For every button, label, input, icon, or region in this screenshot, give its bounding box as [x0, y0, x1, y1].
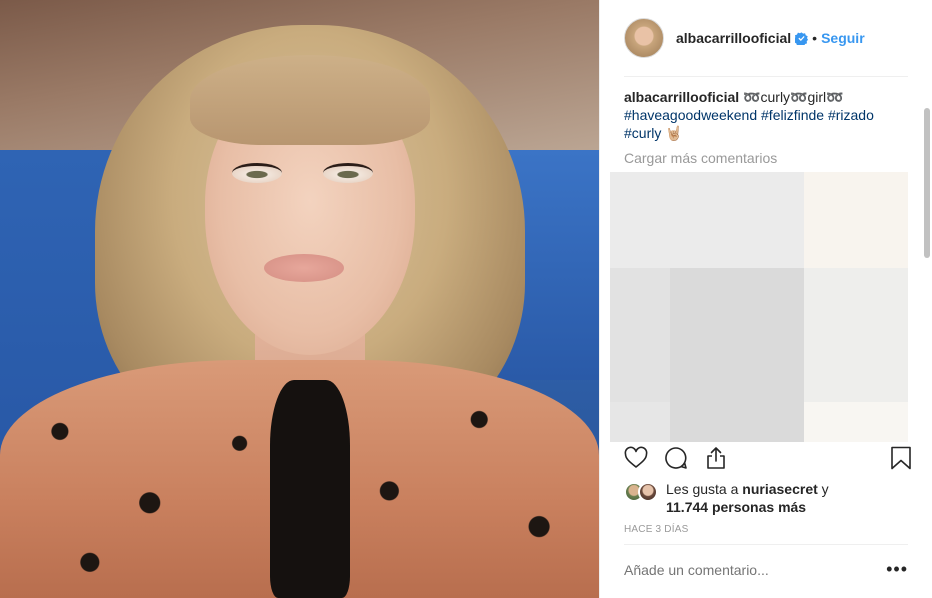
- avatar[interactable]: [624, 18, 664, 58]
- verified-badge-icon: [795, 31, 809, 45]
- likes-prefix: Les gusta a: [666, 481, 739, 497]
- comment-input[interactable]: [624, 562, 874, 578]
- placeholder-tile: [670, 268, 804, 402]
- heart-icon[interactable]: [624, 446, 648, 470]
- header-divider: [624, 76, 908, 77]
- likes-connector: y: [821, 481, 829, 497]
- photo-lips: [264, 254, 344, 282]
- hashtag-link[interactable]: #felizfinde: [761, 107, 824, 123]
- photo-eye-left: [232, 163, 282, 183]
- likes-text: Les gusta a nuriasecret y 11.744 persona…: [666, 480, 829, 520]
- caption-emoji: 🤘🏼: [665, 125, 683, 141]
- comment-bubble-icon[interactable]: [664, 446, 688, 470]
- bookmark-icon[interactable]: [890, 446, 912, 470]
- likes-count-link[interactable]: 11.744 personas más: [666, 499, 806, 515]
- post-timestamp[interactable]: HACE 3 DÍAS: [624, 524, 688, 535]
- placeholder-tile: [804, 402, 908, 442]
- post-side-panel: albacarrillooficial • Seguir albacarrill…: [599, 0, 932, 598]
- placeholder-tile: [610, 172, 670, 268]
- placeholder-tile: [610, 402, 670, 442]
- share-icon[interactable]: [704, 446, 728, 470]
- caption-text: ➿curly➿girl➿: [743, 89, 844, 105]
- likes-summary: Les gusta a nuriasecret y 11.744 persona…: [624, 480, 914, 520]
- placeholder-tile: [610, 268, 670, 402]
- caption: albacarrillooficial ➿curly➿girl➿ #haveag…: [624, 88, 914, 142]
- action-bar: [624, 446, 912, 476]
- photo-bangs: [190, 55, 430, 145]
- photo-bow: [270, 380, 350, 598]
- comments-scrollbar[interactable]: [924, 80, 930, 440]
- load-more-comments-link[interactable]: Cargar más comentarios: [624, 150, 777, 166]
- photo-eye-right: [323, 163, 373, 183]
- comment-divider: [624, 544, 908, 545]
- liker-username-link[interactable]: nuriasecret: [742, 481, 817, 497]
- hashtag-link[interactable]: #haveagoodweekend: [624, 107, 757, 123]
- header-username[interactable]: albacarrillooficial: [676, 30, 791, 46]
- placeholder-tile: [670, 402, 804, 442]
- liker-avatar: [638, 482, 658, 502]
- post-header: albacarrillooficial • Seguir: [600, 0, 932, 76]
- placeholder-tile: [804, 268, 908, 402]
- hashtag-link[interactable]: #rizado: [828, 107, 874, 123]
- liker-avatars[interactable]: [624, 480, 662, 502]
- caption-username[interactable]: albacarrillooficial: [624, 89, 739, 105]
- hashtag-link[interactable]: #curly: [624, 125, 661, 141]
- header-separator: •: [812, 30, 818, 46]
- post-photo[interactable]: [0, 0, 599, 598]
- placeholder-tile: [670, 172, 804, 268]
- placeholder-tile: [804, 172, 908, 268]
- follow-button[interactable]: Seguir: [821, 30, 865, 46]
- more-options-icon[interactable]: •••: [886, 560, 908, 578]
- blurred-placeholder: [610, 172, 908, 442]
- scrollbar-thumb[interactable]: [924, 108, 930, 258]
